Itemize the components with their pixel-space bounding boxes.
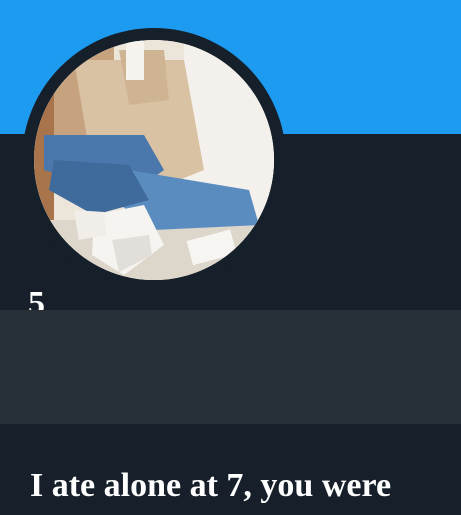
profile-overlay-bar — [0, 310, 461, 424]
avatar-photo-icon — [34, 40, 274, 280]
display-name-clip: 5 — [28, 284, 128, 310]
profile-page: 5 I ate alone at 7, you were — [0, 0, 461, 515]
display-name: 5 — [28, 285, 45, 310]
avatar[interactable] — [34, 40, 274, 280]
tweet-text: I ate alone at 7, you were — [30, 467, 392, 504]
